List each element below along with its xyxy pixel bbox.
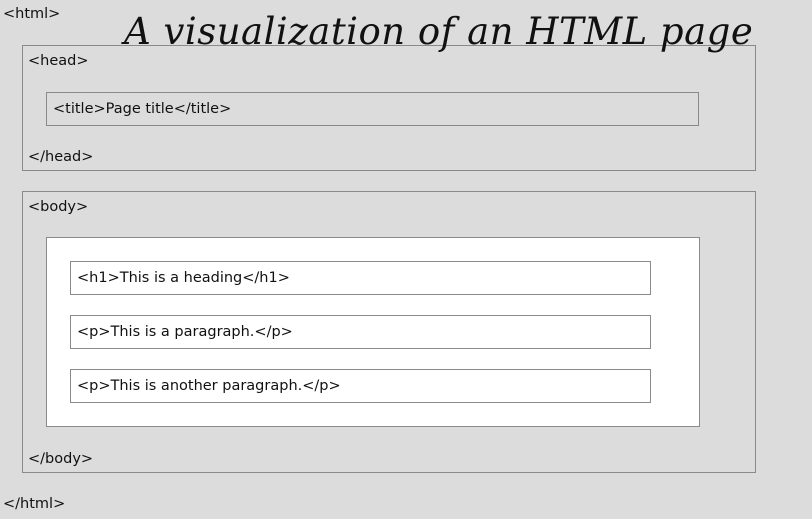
body-content-box: <h1>This is a heading</h1> <p>This is a …: [46, 237, 700, 427]
paragraph-element-text: <p>This is another paragraph.</p>: [77, 378, 341, 394]
head-container: <head> <title>Page title</title> </head>: [22, 45, 756, 171]
html-close-tag: </html>: [3, 496, 66, 512]
head-close-tag: </head>: [28, 149, 94, 165]
diagram-title: A visualization of an HTML page: [124, 10, 754, 53]
head-open-tag: <head>: [28, 53, 89, 69]
body-container: <body> <h1>This is a heading</h1> <p>Thi…: [22, 191, 756, 473]
title-element-text: <title>Page title</title>: [53, 101, 232, 117]
html-open-tag: <html>: [3, 6, 61, 22]
paragraph-element-box: <p>This is a paragraph.</p>: [70, 315, 651, 349]
title-element-box: <title>Page title</title>: [46, 92, 699, 126]
body-close-tag: </body>: [28, 451, 94, 467]
paragraph-element-box: <p>This is another paragraph.</p>: [70, 369, 651, 403]
body-open-tag: <body>: [28, 199, 89, 215]
heading-element-text: <h1>This is a heading</h1>: [77, 270, 290, 286]
heading-element-box: <h1>This is a heading</h1>: [70, 261, 651, 295]
paragraph-element-text: <p>This is a paragraph.</p>: [77, 324, 293, 340]
